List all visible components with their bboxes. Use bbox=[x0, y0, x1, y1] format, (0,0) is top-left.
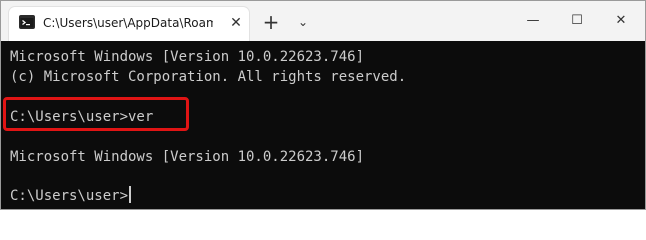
tab-title: C:\Users\user\AppData\Roam bbox=[43, 16, 213, 30]
terminal-window: C:\Users\user\AppData\Roam ✕ + ⌄ — ☐ ✕ M… bbox=[0, 0, 646, 210]
terminal-icon bbox=[19, 15, 35, 29]
output-line: (c) Microsoft Corporation. All rights re… bbox=[10, 69, 407, 85]
command-line: C:\Users\user>ver bbox=[10, 109, 154, 125]
prompt-text: C:\Users\user> bbox=[10, 188, 129, 204]
terminal-output[interactable]: Microsoft Windows [Version 10.0.22623.74… bbox=[1, 41, 645, 209]
text-cursor bbox=[129, 186, 132, 203]
output-line: Microsoft Windows [Version 10.0.22623.74… bbox=[10, 49, 365, 65]
title-bar: C:\Users\user\AppData\Roam ✕ + ⌄ — ☐ ✕ bbox=[1, 1, 645, 41]
chevron-down-icon[interactable]: ⌄ bbox=[289, 9, 317, 35]
tab-close-icon[interactable]: ✕ bbox=[227, 14, 245, 32]
new-tab-button[interactable]: + bbox=[257, 9, 285, 35]
maximize-button[interactable]: ☐ bbox=[554, 1, 600, 41]
minimize-button[interactable]: — bbox=[510, 1, 556, 41]
close-button[interactable]: ✕ bbox=[598, 1, 644, 41]
prompt-line[interactable]: C:\Users\user> bbox=[10, 186, 132, 204]
output-line: Microsoft Windows [Version 10.0.22623.74… bbox=[10, 149, 365, 165]
tab-terminal[interactable]: C:\Users\user\AppData\Roam ✕ bbox=[9, 7, 249, 41]
